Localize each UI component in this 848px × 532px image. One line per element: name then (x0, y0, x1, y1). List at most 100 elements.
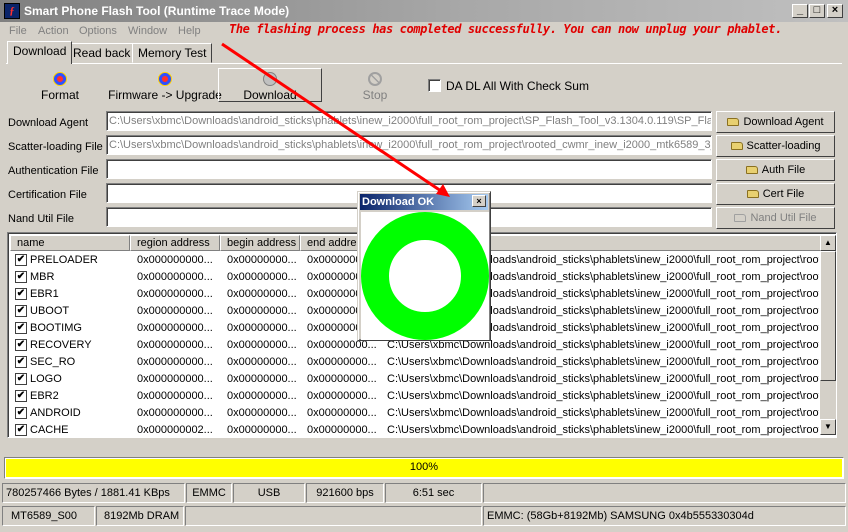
dialog-close-button[interactable]: × (472, 195, 486, 207)
download-agent-button-label: Download Agent (743, 116, 824, 128)
scatter-loading-label: Scatter-loading File (5, 136, 105, 158)
folder-icon (746, 190, 759, 198)
list-item[interactable]: ✔ EBR2 0x000000000... 0x00000000... 0x000000… (10, 388, 824, 405)
cell-path: C:\Users\xbmc\Downloads\android_sticks\p… (387, 407, 819, 419)
scroll-thumb[interactable] (820, 251, 836, 381)
row-checkbox[interactable]: ✔ (15, 424, 27, 436)
scatter-loading-button[interactable]: Scatter-loading (716, 135, 835, 157)
progress-bar: 100% (4, 457, 844, 479)
scatter-loading-button-label: Scatter-loading (746, 140, 821, 152)
auth-file-button[interactable]: Auth File (716, 159, 835, 181)
column-header-begin-address[interactable]: begin address (220, 235, 300, 251)
cell-end: 0x00000000... (307, 390, 377, 402)
progress-label: 100% (409, 461, 439, 473)
cert-file-button[interactable]: Cert File (716, 183, 835, 205)
folder-icon (745, 166, 758, 174)
da-dl-checkbox-label: DA DL All With Check Sum (446, 79, 589, 93)
cell-path: C:\Users\xbmc\Downloads\android_sticks\p… (387, 424, 819, 436)
cell-path: C:\Users\xbmc\Downloads\android_sticks\p… (387, 373, 819, 385)
cell-begin: 0x00000000... (227, 424, 297, 436)
status-empty (483, 483, 846, 503)
cell-region: 0x000000000... (137, 356, 213, 368)
format-button[interactable]: Format (28, 72, 92, 102)
cell-begin: 0x00000000... (227, 390, 297, 402)
scroll-up-button[interactable]: ▲ (820, 235, 836, 251)
nand-util-file-button[interactable]: Nand Util File (716, 207, 835, 229)
da-dl-checkbox[interactable] (428, 79, 441, 92)
cell-region: 0x000000000... (137, 322, 213, 334)
menu-help[interactable]: Help (178, 25, 201, 37)
cell-path: C:\Users\xbmc\Downloads\android_sticks\p… (387, 356, 819, 368)
download-agent-button[interactable]: Download Agent (716, 111, 835, 133)
cell-region: 0x000000000... (137, 339, 213, 351)
menu-action[interactable]: Action (38, 25, 69, 37)
cell-region: 0x000000000... (137, 390, 213, 402)
column-header-name[interactable]: name (10, 235, 130, 251)
status-dram: 8192Mb DRAM (96, 506, 184, 526)
cert-file-button-label: Cert File (762, 188, 805, 200)
stop-button[interactable]: Stop (350, 72, 400, 102)
firmware-upgrade-button[interactable]: Firmware -> Upgrade (108, 72, 222, 102)
download-button[interactable]: Download (218, 68, 322, 102)
cell-end: 0x00000000... (307, 424, 377, 436)
row-checkbox[interactable]: ✔ (15, 390, 27, 402)
row-checkbox[interactable]: ✔ (15, 322, 27, 334)
format-icon (53, 72, 67, 86)
status-elapsed: 6:51 sec (385, 483, 482, 503)
status-port: USB (233, 483, 305, 503)
cell-begin: 0x00000000... (227, 305, 297, 317)
row-checkbox[interactable]: ✔ (15, 356, 27, 368)
list-item[interactable]: ✔ ANDROID 0x000000000... 0x00000000... 0x000… (10, 405, 824, 422)
row-checkbox[interactable]: ✔ (15, 271, 27, 283)
cell-region: 0x000000000... (137, 373, 213, 385)
download-agent-field[interactable]: C:\Users\xbmc\Downloads\android_sticks\p… (106, 111, 712, 131)
tab-download[interactable]: Download (7, 41, 73, 64)
tab-read-back[interactable]: Read back (67, 43, 137, 63)
cell-name: PRELOADER (30, 254, 98, 266)
status-emmc-info: EMMC: (58Gb+8192Mb) SAMSUNG 0x4b55533030… (483, 506, 846, 526)
cell-region: 0x000000000... (137, 288, 213, 300)
nand-util-file-button-label: Nand Util File (750, 212, 817, 224)
row-checkbox[interactable]: ✔ (15, 339, 27, 351)
cell-end: 0x00000000... (307, 373, 377, 385)
dialog-title: Download OK (360, 194, 488, 210)
download-ok-dialog[interactable]: Download OK × (357, 191, 491, 341)
row-checkbox[interactable]: ✔ (15, 373, 27, 385)
list-item[interactable]: ✔ CACHE 0x000000002... 0x00000000... 0x00000… (10, 422, 824, 437)
cell-begin: 0x00000000... (227, 407, 297, 419)
auth-file-button-label: Auth File (761, 164, 806, 176)
status-storage: EMMC (186, 483, 232, 503)
authentication-file-field[interactable] (106, 159, 712, 179)
list-item[interactable]: ✔ SEC_RO 0x000000000... 0x00000000... 0x0000… (10, 354, 824, 371)
cell-name: LOGO (30, 373, 62, 385)
row-checkbox[interactable]: ✔ (15, 254, 27, 266)
cell-end: 0x00000000... (307, 356, 377, 368)
firmware-upgrade-label: Firmware -> Upgrade (108, 88, 222, 102)
menu-window[interactable]: Window (128, 25, 167, 37)
cell-begin: 0x00000000... (227, 373, 297, 385)
row-checkbox[interactable]: ✔ (15, 407, 27, 419)
title-bar[interactable]: ƒ Smart Phone Flash Tool (Runtime Trace … (0, 0, 848, 22)
cell-name: MBR (30, 271, 55, 283)
maximize-button[interactable]: □ (809, 4, 825, 18)
download-agent-label: Download Agent (5, 112, 105, 134)
cell-name: ANDROID (30, 407, 81, 419)
cell-region: 0x000000000... (137, 407, 213, 419)
tab-memory-test[interactable]: Memory Test (132, 43, 213, 63)
menu-file[interactable]: File (9, 25, 27, 37)
folder-icon (734, 214, 747, 222)
minimize-button[interactable]: _ (792, 4, 808, 18)
list-item[interactable]: ✔ LOGO 0x000000000... 0x00000000... 0x000000… (10, 371, 824, 388)
cell-name: EBR2 (30, 390, 59, 402)
row-checkbox[interactable]: ✔ (15, 305, 27, 317)
scroll-down-button[interactable]: ▼ (820, 419, 836, 435)
menu-options[interactable]: Options (79, 25, 117, 37)
close-button[interactable]: × (827, 4, 843, 18)
row-checkbox[interactable]: ✔ (15, 288, 27, 300)
folder-icon (730, 142, 743, 150)
scatter-loading-field[interactable]: C:\Users\xbmc\Downloads\android_sticks\p… (106, 135, 712, 155)
column-header-region-address[interactable]: region address (130, 235, 220, 251)
stop-label: Stop (362, 88, 388, 102)
cell-begin: 0x00000000... (227, 356, 297, 368)
cell-end: 0x00000000... (307, 407, 377, 419)
